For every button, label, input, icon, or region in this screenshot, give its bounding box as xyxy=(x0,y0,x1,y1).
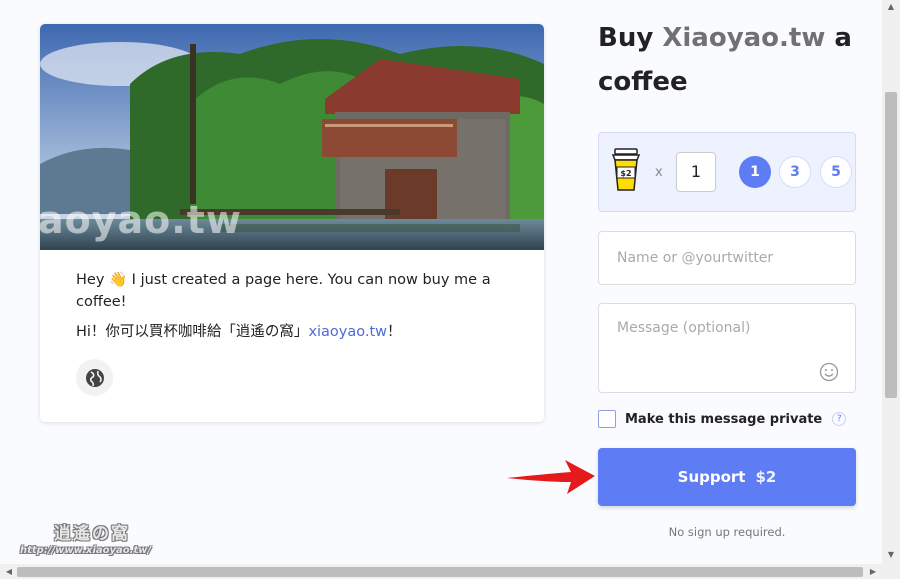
site-watermark-url: http://www.xiaoyao.tw/ xyxy=(20,545,152,556)
website-button[interactable] xyxy=(76,359,113,396)
bio-line-2-text: Hi！你可以買杯咖啡給「逍遙の窩」 xyxy=(76,324,309,340)
times-sign: x xyxy=(655,165,663,180)
coffee-cup-icon: $2 xyxy=(611,148,641,191)
name-input[interactable]: Name or @yourtwitter (optional) xyxy=(598,231,856,318)
coffee-quantity-selector: $2 x 1 1 3 5 xyxy=(598,132,856,212)
cup-price-label: $2 xyxy=(620,169,631,178)
scroll-left-arrow-icon[interactable]: ◀ xyxy=(2,564,16,579)
vertical-scroll-thumb[interactable] xyxy=(885,92,897,398)
title-prefix: Buy xyxy=(598,23,663,53)
message-placeholder: Message (optional) xyxy=(617,320,751,336)
horizontal-scrollbar[interactable]: ◀ ▶ xyxy=(0,564,900,579)
site-watermark: 逍遙の窩 http://www.xiaoyao.tw/ xyxy=(14,519,174,561)
photo-watermark: aoyao.tw xyxy=(40,198,242,242)
title-brand: Xiaoyao.tw xyxy=(662,23,826,53)
scroll-right-arrow-icon[interactable]: ▶ xyxy=(866,564,880,579)
preset-1-button[interactable]: 1 xyxy=(739,156,771,188)
no-signup-note: No sign up required. xyxy=(668,525,786,539)
scroll-up-arrow-icon[interactable]: ▲ xyxy=(882,0,900,14)
bio-line-2: Hi！你可以買杯咖啡給「逍遙の窩」xiaoyao.tw！ xyxy=(76,321,506,343)
private-message-checkbox[interactable] xyxy=(598,410,616,428)
bio-website-link[interactable]: xiaoyao.tw xyxy=(308,324,387,340)
page-title: Buy Xiaoyao.tw a coffee xyxy=(598,16,868,104)
red-arrow-icon xyxy=(507,460,595,494)
private-message-label: Make this message private xyxy=(625,411,823,427)
bio-line-2-end: ！ xyxy=(387,324,402,340)
support-label: Support xyxy=(677,468,746,486)
private-message-option: Make this message private ? xyxy=(598,409,847,429)
cover-photo: aoyao.tw xyxy=(40,24,544,250)
emoji-picker-icon[interactable] xyxy=(819,362,839,382)
vertical-scrollbar[interactable]: ▲ ▼ xyxy=(882,0,900,564)
horizontal-scroll-thumb[interactable] xyxy=(17,567,863,577)
site-watermark-name: 逍遙の窩 xyxy=(54,524,130,544)
quantity-input[interactable]: 1 xyxy=(676,152,716,192)
globe-icon xyxy=(85,368,104,387)
support-button[interactable]: Support $2 xyxy=(598,448,856,506)
bio-line-1: Hey 👋 I just created a page here. You ca… xyxy=(76,272,491,310)
scroll-down-arrow-icon[interactable]: ▼ xyxy=(882,548,900,562)
preset-3-button[interactable]: 3 xyxy=(779,156,811,188)
help-icon[interactable]: ? xyxy=(832,412,847,426)
support-amount: $2 xyxy=(755,468,777,486)
preset-5-button[interactable]: 5 xyxy=(820,156,852,188)
message-textarea[interactable]: Message (optional) xyxy=(598,303,856,393)
creator-bio: Hey 👋 I just created a page here. You ca… xyxy=(76,269,506,351)
creator-card: aoyao.tw Hey 👋 I just created a page her… xyxy=(40,24,544,422)
